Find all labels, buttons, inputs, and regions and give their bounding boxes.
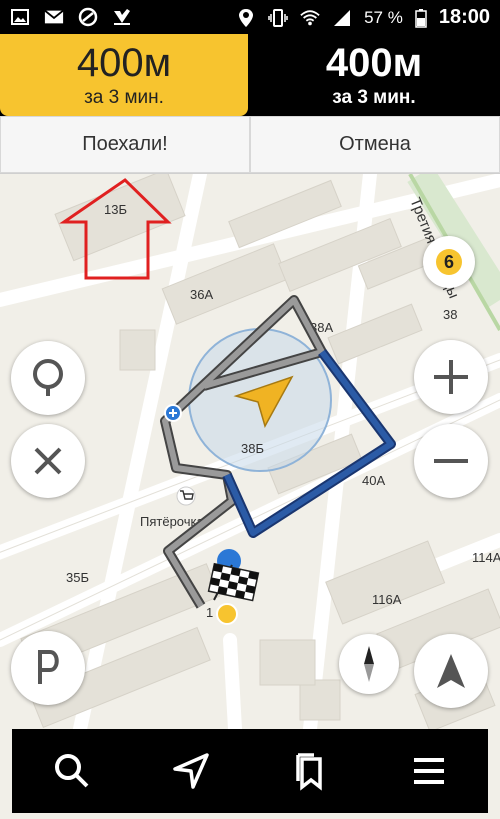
block-icon	[78, 7, 98, 27]
check-icon	[114, 9, 130, 25]
signal-icon	[334, 9, 351, 26]
route-time: за 3 мин.	[332, 87, 416, 108]
menu-icon	[413, 758, 444, 784]
building-label: 40А	[362, 473, 385, 488]
zoom-in-button[interactable]	[414, 340, 488, 414]
shop-icon	[176, 486, 196, 506]
building-label: 1	[206, 605, 213, 620]
compass-button[interactable]	[339, 634, 399, 694]
battery-icon	[415, 8, 427, 28]
location-icon	[239, 8, 254, 27]
building-label: 114А	[472, 550, 500, 565]
clock: 18:00	[438, 6, 490, 28]
route-distance: 400м	[76, 41, 172, 85]
traffic-score: 6	[443, 251, 454, 272]
route-actions: Поехали! Отмена	[0, 116, 500, 174]
zoom-out-button[interactable]	[414, 424, 488, 498]
clear-route-button[interactable]	[11, 424, 85, 498]
route-time: за 3 мин.	[84, 87, 164, 108]
navigation-button[interactable]	[161, 741, 221, 801]
route-distance: 400м	[325, 41, 423, 85]
wifi-icon	[300, 9, 320, 25]
go-button[interactable]: Поехали!	[0, 116, 250, 173]
bottom-navigation	[12, 729, 488, 813]
building-label: 13Б	[104, 202, 127, 217]
compass-icon	[364, 646, 374, 682]
bookmarks-button[interactable]	[280, 741, 340, 801]
minus-icon	[434, 459, 468, 463]
building-label: 36А	[190, 287, 213, 302]
search-place-button[interactable]	[11, 341, 85, 415]
navigation-arrow-icon	[437, 654, 465, 688]
traffic-button[interactable]: 6	[423, 236, 475, 288]
battery-percent: 57 %	[364, 7, 403, 27]
building-label: 35Б	[66, 570, 89, 585]
building-label: 116А	[372, 592, 402, 607]
pin-icon	[33, 359, 63, 396]
search-button[interactable]	[42, 741, 102, 801]
route-options: 400м за 3 мин. 400м за 3 мин.	[0, 34, 500, 116]
building-label: 38	[443, 307, 457, 322]
plus-icon	[434, 360, 468, 394]
parking-button[interactable]	[11, 631, 85, 705]
image-icon	[11, 9, 29, 25]
building-label: 38Б	[241, 441, 264, 456]
status-bar: 57 % 18:00	[0, 0, 500, 34]
map[interactable]: 13Б 36А 38А 38 40А 35Б 116А 114А Пятёроч…	[0, 174, 500, 729]
menu-button[interactable]	[399, 741, 459, 801]
cancel-button[interactable]: Отмена	[250, 116, 500, 173]
route-start-icon	[164, 404, 182, 422]
route-option-selected[interactable]: 400м за 3 мин.	[0, 34, 248, 116]
bookmarks-icon	[295, 753, 322, 791]
parking-icon	[38, 650, 59, 684]
vibrate-icon	[268, 8, 288, 27]
navigation-icon	[172, 753, 209, 789]
mail-icon	[44, 9, 64, 24]
search-icon	[54, 754, 88, 788]
follow-location-button[interactable]	[414, 634, 488, 708]
route-option-alternative[interactable]: 400м за 3 мин.	[250, 34, 498, 116]
close-icon	[34, 447, 62, 475]
